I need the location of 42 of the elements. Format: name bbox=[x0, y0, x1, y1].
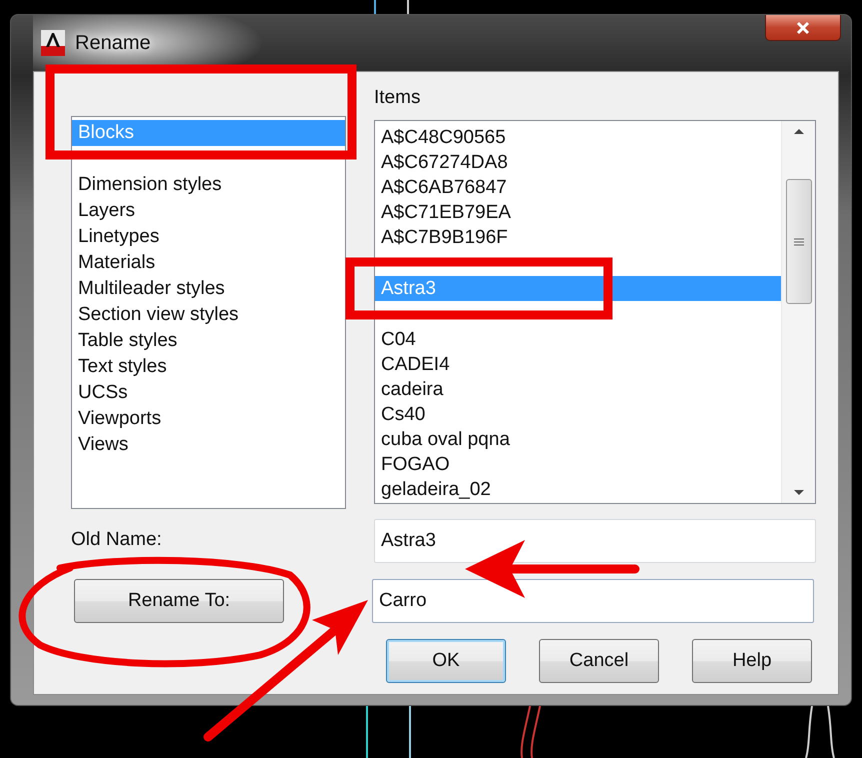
dialog-button[interactable]: Cancel bbox=[539, 639, 659, 683]
list-item[interactable]: A$C7B9B196F bbox=[375, 225, 781, 250]
list-item[interactable]: geladeira_02 bbox=[375, 477, 781, 502]
close-icon bbox=[796, 20, 810, 34]
list-item[interactable]: Linetypes bbox=[72, 224, 345, 250]
list-item[interactable]: Views bbox=[72, 432, 345, 458]
cad-lines-drawing bbox=[364, 706, 414, 758]
list-item[interactable]: CADEI4 bbox=[375, 352, 781, 377]
list-item[interactable]: Section view styles bbox=[72, 302, 345, 328]
list-item[interactable]: cadeira bbox=[375, 377, 781, 402]
rename-to-field[interactable]: Carro bbox=[372, 579, 814, 623]
scroll-up-icon[interactable] bbox=[792, 127, 804, 135]
list-item[interactable]: A$C71EB79EA bbox=[375, 200, 781, 225]
old-name-label: Old Name: bbox=[71, 528, 163, 552]
list-item[interactable]: A$C67274DA8 bbox=[375, 150, 781, 175]
list-item[interactable]: Materials bbox=[72, 250, 345, 276]
list-item[interactable]: Dimension styles bbox=[72, 172, 345, 198]
list-item[interactable]: A$C48C90565 bbox=[375, 125, 781, 150]
list-item[interactable]: Multileader styles bbox=[72, 276, 345, 302]
list-item[interactable]: C04 bbox=[375, 327, 781, 352]
items-label: Items bbox=[374, 86, 422, 110]
list-item[interactable]: Viewports bbox=[72, 406, 345, 432]
app-icon bbox=[41, 30, 65, 56]
window-title: Rename bbox=[75, 31, 151, 56]
list-item[interactable]: UCSs bbox=[72, 380, 345, 406]
dialog-button[interactable]: Help bbox=[692, 639, 812, 683]
cad-lines-drawing bbox=[518, 706, 544, 758]
rename-to-button[interactable]: Rename To: bbox=[74, 579, 284, 623]
cad-lines-drawing bbox=[803, 706, 837, 758]
list-item[interactable]: Table styles bbox=[72, 328, 345, 354]
list-item[interactable]: A$C6AB76847 bbox=[375, 175, 781, 200]
list-item[interactable]: cuba oval pqna bbox=[375, 427, 781, 452]
close-button[interactable] bbox=[765, 15, 841, 41]
dialog-button[interactable]: OK bbox=[386, 639, 506, 683]
cad-lines-drawing bbox=[372, 0, 412, 14]
scrollbar-thumb[interactable] bbox=[786, 179, 812, 304]
list-item[interactable]: Text styles bbox=[72, 354, 345, 380]
list-item[interactable]: Layers bbox=[72, 198, 345, 224]
old-name-field[interactable]: Astra3 bbox=[374, 519, 816, 563]
scroll-down-icon[interactable] bbox=[792, 489, 804, 497]
list-item[interactable]: FOGAO bbox=[375, 452, 781, 477]
list-item[interactable]: Cs40 bbox=[375, 402, 781, 427]
